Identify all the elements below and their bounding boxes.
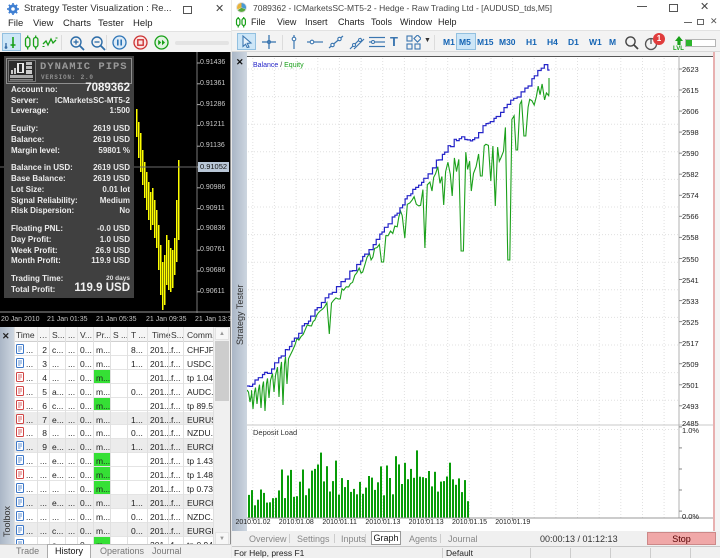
svg-text:LVL: LVL xyxy=(673,46,684,51)
